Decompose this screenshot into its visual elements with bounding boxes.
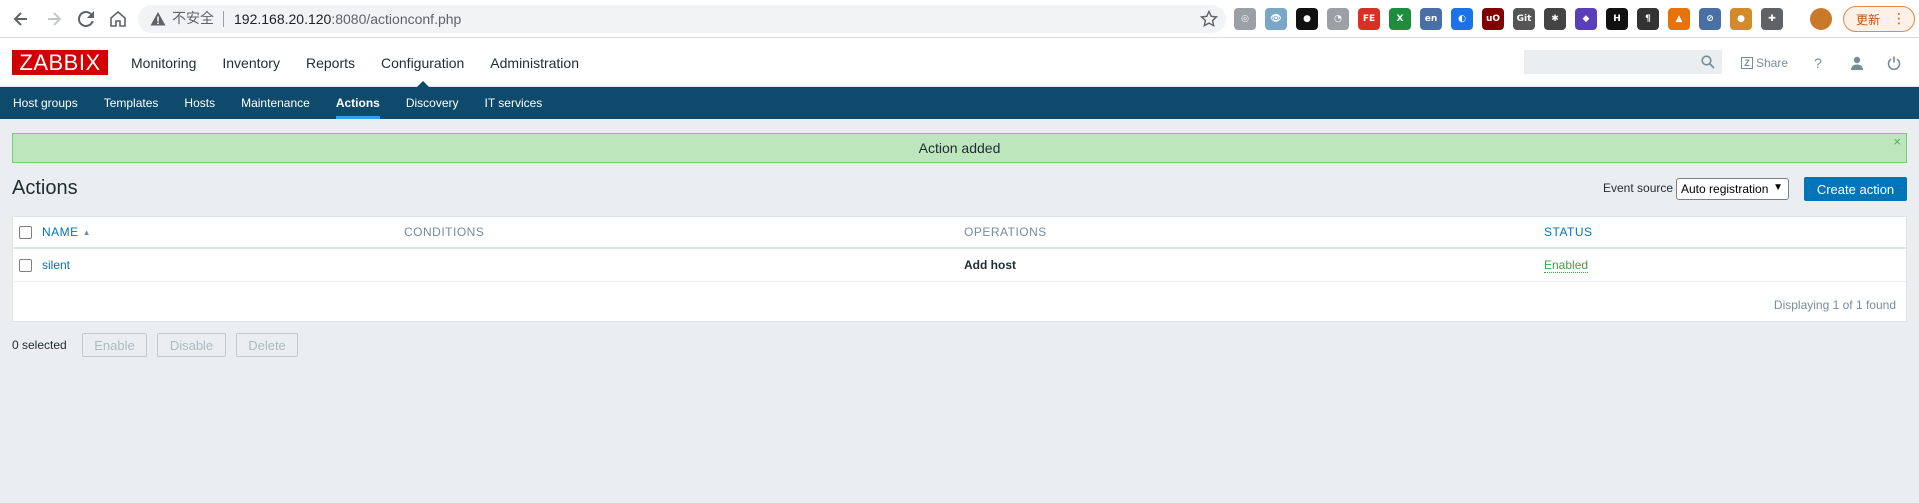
- url-text[interactable]: 192.168.20.120:8080/actionconf.php: [234, 10, 461, 28]
- menu-reports[interactable]: Reports: [293, 38, 368, 87]
- column-operations: OPERATIONS: [964, 225, 1047, 239]
- paging-info: Displaying 1 of 1 found: [1773, 298, 1896, 312]
- delete-button[interactable]: Delete: [236, 333, 298, 357]
- table-header: NAME ▲ CONDITIONS OPERATIONS STATUS: [13, 217, 1906, 249]
- column-status[interactable]: STATUS: [1544, 217, 1593, 247]
- browser-update-label: 更新: [1856, 12, 1881, 27]
- disable-button[interactable]: Disable: [157, 333, 226, 357]
- share-label: Share: [1756, 56, 1789, 70]
- bookmark-star-icon[interactable]: [1199, 9, 1219, 28]
- action-name-link[interactable]: silent: [42, 258, 70, 272]
- page-title: Actions: [12, 177, 78, 199]
- browser-update-button[interactable]: 更新 ⋮: [1843, 6, 1915, 32]
- submenu-templates[interactable]: Templates: [91, 87, 172, 119]
- status-toggle-link[interactable]: Enabled: [1544, 258, 1589, 273]
- submenu-maintenance[interactable]: Maintenance: [228, 87, 323, 119]
- extension-4-icon[interactable]: ◔: [1327, 8, 1349, 30]
- extension-13-icon[interactable]: ▲: [1668, 8, 1690, 30]
- action-name-cell: silent: [42, 249, 70, 281]
- submenu-discovery[interactable]: Discovery: [393, 87, 472, 119]
- extension-14-icon[interactable]: ⊘: [1699, 8, 1721, 30]
- column-conditions: CONDITIONS: [404, 225, 485, 239]
- success-message: Action added ×: [12, 133, 1907, 163]
- extension-10-icon[interactable]: ◆: [1575, 8, 1597, 30]
- chevron-down-icon: ▼: [1773, 182, 1783, 193]
- extension-translate-icon[interactable]: en: [1420, 8, 1442, 30]
- user-profile-icon[interactable]: [1848, 54, 1866, 72]
- back-arrow-icon[interactable]: [9, 7, 33, 31]
- sign-out-icon[interactable]: [1885, 54, 1903, 72]
- extension-9-icon[interactable]: ✱: [1544, 8, 1566, 30]
- global-search-input[interactable]: [1524, 50, 1722, 74]
- menu-configuration[interactable]: Configuration: [368, 38, 477, 88]
- submenu-actions[interactable]: Actions: [323, 87, 393, 119]
- url-path: :8080/actionconf.php: [331, 11, 462, 27]
- share-button[interactable]: Z Share: [1741, 54, 1788, 72]
- action-operations-cell: Add host: [964, 249, 1016, 281]
- search-icon[interactable]: [1701, 55, 1715, 69]
- table-row: silent Add host Enabled: [13, 249, 1906, 282]
- url-host: 192.168.20.120: [234, 11, 332, 27]
- forward-arrow-icon[interactable]: [42, 7, 66, 31]
- extension-6-icon[interactable]: ◐: [1451, 8, 1473, 30]
- address-bar[interactable]: 不安全 192.168.20.120:8080/actionconf.php: [138, 5, 1226, 33]
- reload-icon[interactable]: [74, 7, 98, 31]
- main-header: ZABBIX Monitoring Inventory Reports Conf…: [0, 38, 1919, 88]
- sub-menu: Host groups Templates Hosts Maintenance …: [0, 87, 555, 119]
- row-select-cell: [19, 249, 32, 281]
- row-checkbox[interactable]: [19, 258, 32, 272]
- home-icon[interactable]: [106, 7, 130, 31]
- selected-count: 0 selected: [12, 338, 67, 352]
- enable-button[interactable]: Enable: [82, 333, 147, 357]
- menu-inventory[interactable]: Inventory: [209, 38, 293, 87]
- profile-avatar-icon[interactable]: [1810, 8, 1832, 30]
- event-source-label: Event source: [1603, 181, 1674, 195]
- event-source-select[interactable]: Auto registration ▼: [1676, 178, 1789, 200]
- menu-monitoring[interactable]: Monitoring: [118, 38, 209, 87]
- extension-1-icon[interactable]: ◎: [1234, 8, 1256, 30]
- sub-menu-bar: Host groups Templates Hosts Maintenance …: [0, 87, 1919, 119]
- kebab-menu-icon[interactable]: ⋮: [1892, 11, 1906, 27]
- select-all-cell: [19, 217, 32, 247]
- submenu-it-services[interactable]: IT services: [472, 87, 556, 119]
- help-icon[interactable]: ?: [1809, 54, 1827, 72]
- actions-table: NAME ▲ CONDITIONS OPERATIONS STATUS sile…: [12, 216, 1907, 322]
- extension-ublock-icon[interactable]: uO: [1482, 8, 1504, 30]
- extension-pilcrow-icon[interactable]: ¶: [1637, 8, 1659, 30]
- zabbix-logo[interactable]: ZABBIX: [12, 50, 108, 75]
- close-icon[interactable]: ×: [1893, 135, 1901, 148]
- action-operation-text: Add host: [964, 258, 1016, 272]
- select-all-checkbox[interactable]: [19, 225, 32, 239]
- extension-fe-icon[interactable]: FE: [1358, 8, 1380, 30]
- create-action-button[interactable]: Create action: [1804, 177, 1907, 201]
- warning-icon[interactable]: [150, 11, 166, 27]
- submenu-hosts[interactable]: Hosts: [171, 87, 228, 119]
- extension-2-icon[interactable]: 👁: [1265, 8, 1287, 30]
- success-message-text: Action added: [918, 140, 1001, 156]
- extension-h-icon[interactable]: H: [1606, 8, 1628, 30]
- zabbix-share-icon: Z: [1741, 57, 1753, 69]
- sort-up-icon: ▲: [82, 227, 92, 237]
- event-source-value: Auto registration: [1681, 182, 1769, 196]
- browser-toolbar: 不安全 192.168.20.120:8080/actionconf.php ◎…: [0, 0, 1919, 38]
- action-status-cell: Enabled: [1544, 249, 1589, 281]
- column-name[interactable]: NAME ▲: [42, 217, 91, 247]
- extension-3-icon[interactable]: ●: [1296, 8, 1318, 30]
- insecure-label: 不安全: [172, 11, 214, 27]
- main-menu: Monitoring Inventory Reports Configurati…: [118, 38, 592, 88]
- extension-excel-icon[interactable]: X: [1389, 8, 1411, 30]
- extensions-toolbar: ◎ 👁 ● ◔ FE Xen ◐ uO Git ✱ ◆ H ¶ ▲ ⊘ ● ✚: [1234, 8, 1783, 30]
- column-name-label: NAME: [42, 225, 79, 239]
- extension-cookie-icon[interactable]: ●: [1730, 8, 1752, 30]
- extension-gitzip-icon[interactable]: Git: [1513, 8, 1535, 30]
- menu-administration[interactable]: Administration: [477, 38, 592, 87]
- omnibox-divider: [223, 11, 224, 27]
- submenu-host-groups[interactable]: Host groups: [0, 87, 91, 119]
- extensions-puzzle-icon[interactable]: ✚: [1761, 8, 1783, 30]
